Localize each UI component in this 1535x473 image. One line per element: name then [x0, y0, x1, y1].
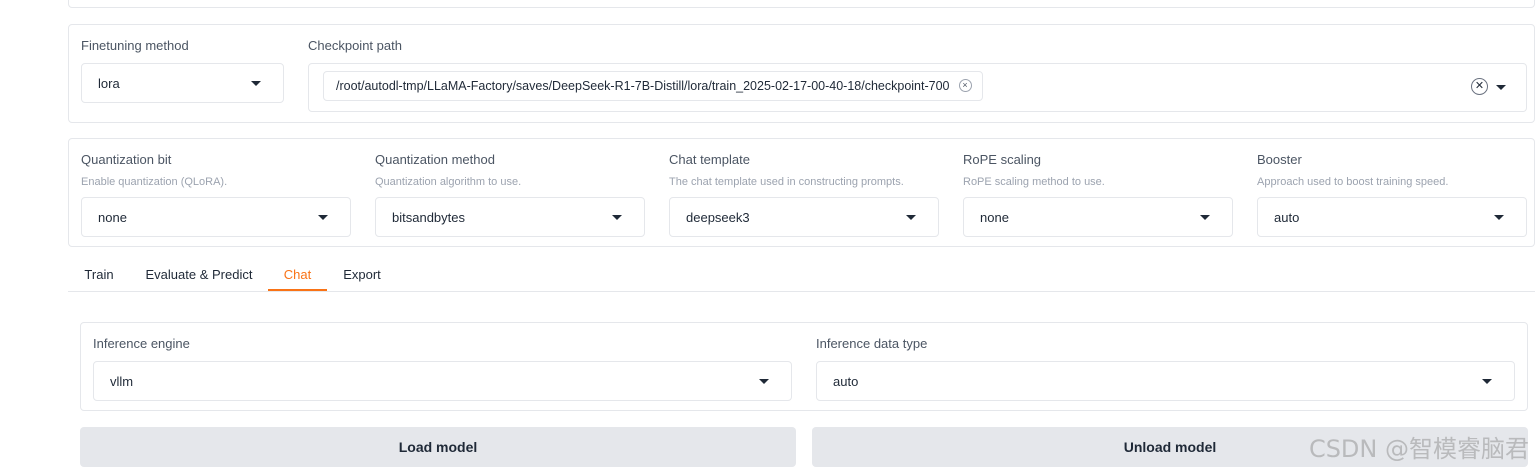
previous-panel-edge [68, 0, 1535, 8]
tab-evaluate-predict[interactable]: Evaluate & Predict [138, 260, 260, 291]
tab-chat[interactable]: Chat [268, 260, 327, 291]
quantization-bit-value: none [98, 210, 127, 225]
quantization-method-label: Quantization method [375, 152, 495, 167]
quantization-bit-label: Quantization bit [81, 152, 172, 167]
mode-tabs: Train Evaluate & Predict Chat Export [68, 260, 1535, 292]
chevron-down-icon [1200, 215, 1210, 220]
finetuning-method-value: lora [98, 76, 120, 91]
checkpoint-chip-label: /root/autodl-tmp/LLaMA-Factory/saves/Dee… [336, 79, 950, 93]
quantization-method-value: bitsandbytes [392, 210, 465, 225]
chevron-down-icon [1494, 215, 1504, 220]
booster-info: Approach used to boost training speed. [1257, 176, 1449, 188]
chevron-down-icon [318, 215, 328, 220]
inference-dtype-label: Inference data type [816, 336, 928, 351]
booster-label: Booster [1257, 152, 1302, 167]
chat-template-label: Chat template [669, 152, 750, 167]
rope-scaling-label: RoPE scaling [963, 152, 1042, 167]
inference-dtype-value: auto [833, 374, 859, 389]
finetuning-method-dropdown[interactable]: lora [81, 63, 284, 103]
inference-engine-value: vllm [110, 374, 134, 389]
inference-engine-label: Inference engine [93, 336, 190, 351]
rope-scaling-info: RoPE scaling method to use. [963, 176, 1105, 188]
inference-dtype-dropdown[interactable]: auto [816, 361, 1515, 401]
quantization-bit-dropdown[interactable]: none [81, 197, 351, 237]
chevron-down-icon [612, 215, 622, 220]
chevron-down-icon [1496, 85, 1506, 90]
quantization-method-dropdown[interactable]: bitsandbytes [375, 197, 645, 237]
rope-scaling-value: none [980, 210, 1009, 225]
tab-train[interactable]: Train [76, 260, 122, 291]
model-config-panel: Finetuning method lora Checkpoint path /… [68, 24, 1535, 123]
chat-template-info: The chat template used in constructing p… [669, 176, 904, 188]
chevron-down-icon [759, 379, 769, 384]
chat-template-value: deepseek3 [686, 210, 750, 225]
chevron-down-icon [1482, 379, 1492, 384]
chat-template-dropdown[interactable]: deepseek3 [669, 197, 939, 237]
quantization-bit-info: Enable quantization (QLoRA). [81, 176, 228, 188]
inference-panel: Inference engine vllm Inference data typ… [80, 322, 1528, 411]
chevron-down-icon [906, 215, 916, 220]
advanced-config-panel: Quantization bit Enable quantization (QL… [68, 138, 1535, 247]
rope-scaling-dropdown[interactable]: none [963, 197, 1233, 237]
quantization-method-info: Quantization algorithm to use. [375, 176, 522, 188]
booster-dropdown[interactable]: auto [1257, 197, 1527, 237]
tab-export[interactable]: Export [336, 260, 388, 291]
clear-icon[interactable]: ✕ [1471, 78, 1488, 95]
checkpoint-chip: /root/autodl-tmp/LLaMA-Factory/saves/Dee… [323, 71, 983, 101]
watermark: CSDN @智模睿脑君 [1308, 435, 1529, 463]
checkpoint-path-dropdown[interactable]: /root/autodl-tmp/LLaMA-Factory/saves/Dee… [308, 63, 1527, 112]
remove-chip-icon[interactable]: × [958, 79, 972, 92]
finetuning-method-label: Finetuning method [81, 38, 189, 53]
chevron-down-icon [251, 81, 261, 86]
checkpoint-path-label: Checkpoint path [308, 38, 402, 53]
booster-value: auto [1274, 210, 1300, 225]
load-model-button[interactable]: Load model [80, 427, 796, 467]
inference-engine-dropdown[interactable]: vllm [93, 361, 792, 401]
